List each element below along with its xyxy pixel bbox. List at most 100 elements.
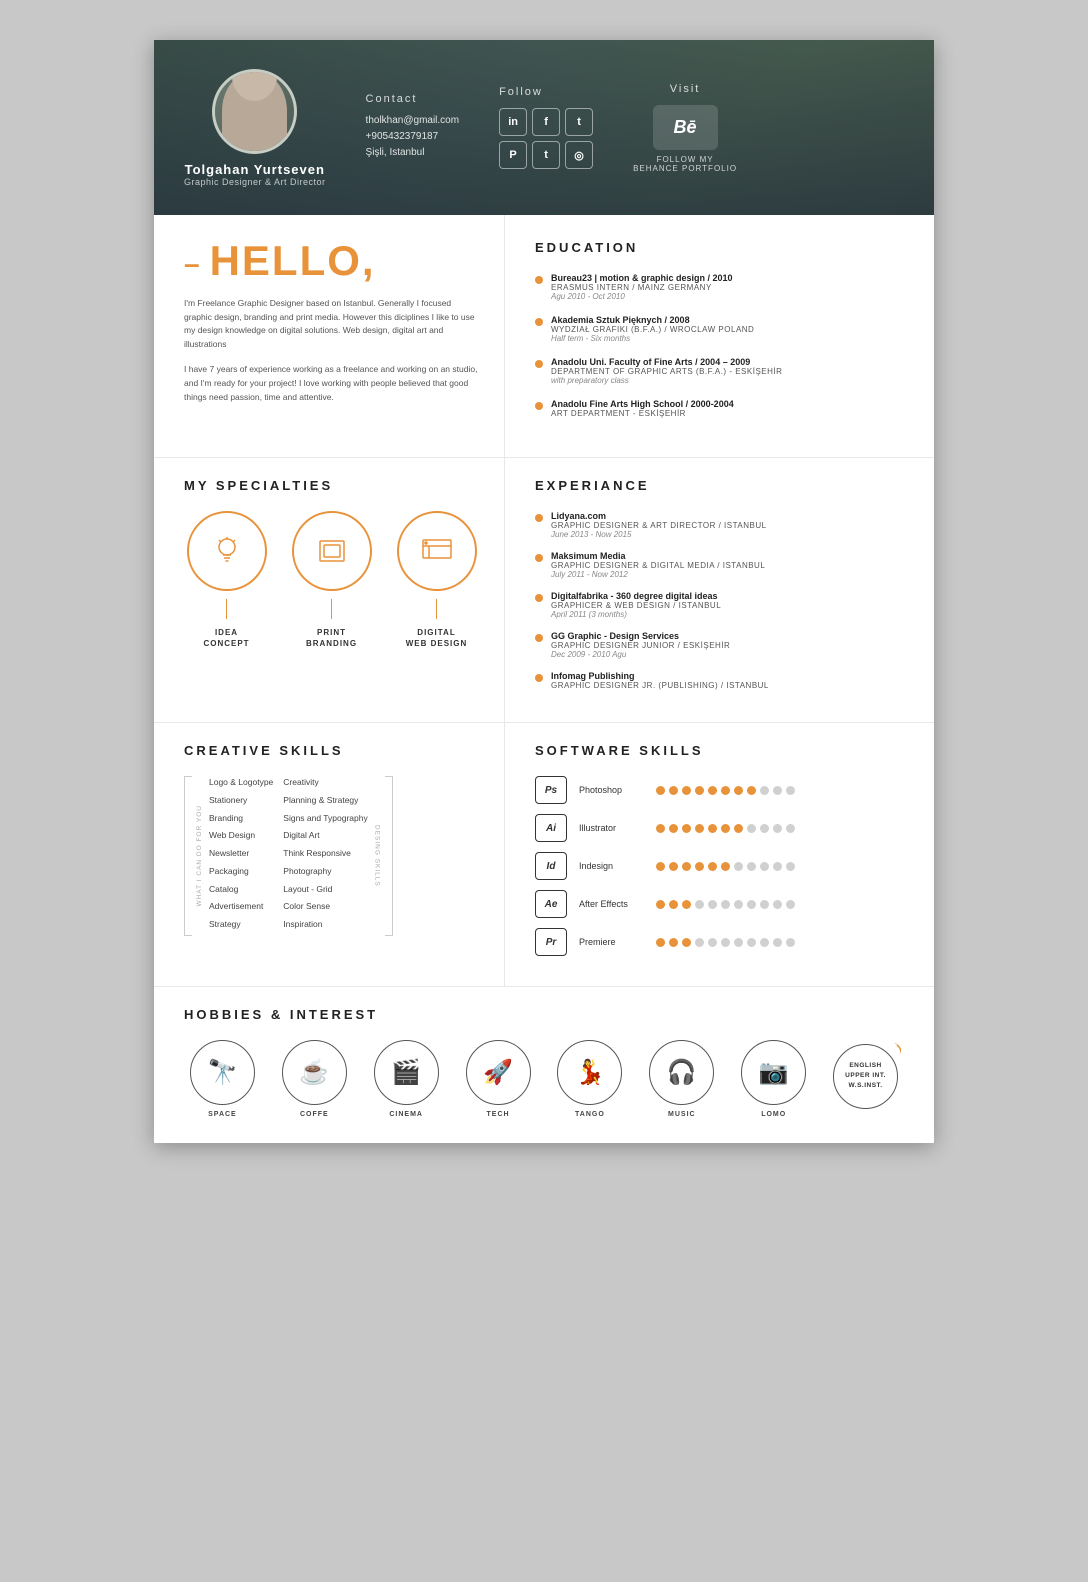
creative-skill-item: Packaging [209,865,273,878]
skill-dot-empty [773,862,782,871]
bracket-left-vertical [184,776,185,936]
skill-dot-filled [669,938,678,947]
specialties-section: MY SPECIALTIES IDEACONCEPT PRINTBRANDING… [154,458,505,723]
exp-dot [535,514,543,522]
skill-dot-empty [786,862,795,871]
header: Tolgahan Yurtseven Graphic Designer & Ar… [154,40,934,215]
contact-phone: +905432379187 [366,131,460,142]
skill-dot-empty [734,938,743,947]
linkedin-icon[interactable]: in [499,108,527,136]
specialty-line [226,599,227,619]
hobby-icon: 🎬 [391,1058,421,1087]
hobby-label: TECH [487,1111,510,1118]
specialty-item: IDEACONCEPT [187,511,267,649]
specialty-item: DIGITALWEB DESIGN [397,511,477,649]
col2-vertical-label: DESING SKILLS [374,825,381,887]
creative-skills-inner: WHAT I CAN DO FOR YOU Logo & LogotypeSta… [184,776,479,936]
sw-icon-premiere: Pr [535,928,567,956]
edu-subtitle: ART DEPARTMENT - ESKİŞEHİR [551,409,734,418]
hobby-item: ENGLISHUPPER INT.W.S.INST. [833,1044,898,1115]
behance-logo[interactable]: Bē [653,105,718,150]
hobby-circle: 🎧 [649,1040,714,1105]
hello-body2: I have 7 years of experience working as … [184,363,479,404]
header-follow: Follow in f t P t ◎ [499,86,593,169]
education-item: Anadolu Fine Arts High School / 2000-200… [535,399,909,418]
exp-content: Digitalfabrika - 360 degree digital idea… [551,591,721,619]
experience-item: Lidyana.com GRAPHIC DESIGNER & ART DIREC… [535,511,909,539]
exp-title: Infomag Publishing [551,671,769,681]
desing-skill-item: Photography [283,865,367,878]
instagram-icon[interactable]: ◎ [565,141,593,169]
desing-skill-item: Inspiration [283,918,367,931]
desing-skill-item: Planning & Strategy [283,794,367,807]
skill-dot-empty [747,862,756,871]
pinterest-icon[interactable]: P [499,141,527,169]
skill-dot-empty [786,900,795,909]
specialty-line [331,599,332,619]
specialty-circle [292,511,372,591]
skill-dot-empty [734,900,743,909]
hobby-item: ☕ COFFE [282,1040,347,1118]
hobby-circle: 📷 [741,1040,806,1105]
creative-col2-inner: CreativityPlanning & StrategySigns and T… [283,776,380,936]
bracket-right-vertical [392,776,393,936]
edu-subtitle: WYDZIAŁ GRAFIKI (B.F.A.) / WROCLAW POLAN… [551,325,754,334]
exp-title: GG Graphic - Design Services [551,631,730,641]
hobby-icon: 🎧 [667,1058,697,1087]
avatar-placeholder [215,72,294,151]
desing-skill-item: Digital Art [283,829,367,842]
edu-date: with preparatory class [551,376,782,385]
edu-dot [535,318,543,326]
facebook-icon[interactable]: f [532,108,560,136]
sw-icon-after effects: Ae [535,890,567,918]
exp-title: Digitalfabrika - 360 degree digital idea… [551,591,721,601]
skill-dot-empty [734,862,743,871]
education-item: Akademia Sztuk Pięknych / 2008 WYDZIAŁ G… [535,315,909,343]
middle-section: MY SPECIALTIES IDEACONCEPT PRINTBRANDING… [154,458,934,723]
tumblr-icon[interactable]: t [532,141,560,169]
education-item: Bureau23 | motion & graphic design / 201… [535,273,909,301]
software-skill-row: Id Indesign [535,852,909,880]
hello-text: HELLO, [210,240,376,282]
skill-dot-empty [747,938,756,947]
desing-skill-item: Color Sense [283,900,367,913]
sw-name: After Effects [579,899,644,909]
skill-dot-filled [734,786,743,795]
header-content: Tolgahan Yurtseven Graphic Designer & Ar… [154,49,934,207]
skill-dot-filled [708,786,717,795]
bracket-right-top [385,776,393,777]
follow-label: Follow [499,86,593,98]
creative-skill-item: Newsletter [209,847,273,860]
skill-dot-empty [760,900,769,909]
edu-dot [535,360,543,368]
skill-dot-filled [656,786,665,795]
hobby-circle: 🚀 [466,1040,531,1105]
contact-label: Contact [366,93,460,105]
skill-dot-filled [669,824,678,833]
exp-content: Lidyana.com GRAPHIC DESIGNER & ART DIREC… [551,511,767,539]
col1-vertical-label: WHAT I CAN DO FOR YOU [196,805,203,907]
specialty-circle [397,511,477,591]
skill-dot-filled [721,786,730,795]
experience-item: Maksimum Media GRAPHIC DESIGNER & DIGITA… [535,551,909,579]
edu-title: Anadolu Uni. Faculty of Fine Arts / 2004… [551,357,782,367]
skill-dot-empty [695,900,704,909]
exp-dot [535,674,543,682]
edu-title: Anadolu Fine Arts High School / 2000-200… [551,399,734,409]
sw-dots [656,824,795,833]
experience-section: EXPERIANCE Lidyana.com GRAPHIC DESIGNER … [505,458,934,723]
hobby-label: CINEMA [389,1111,423,1118]
twitter-icon[interactable]: t [565,108,593,136]
skill-dot-empty [760,786,769,795]
header-visit: Visit Bē FOLLOW MYBEHANCE PORTFOLIO [633,83,737,173]
exp-subtitle: GRAPHIC DESIGNER JR. (PUBLISHING) / ISTA… [551,681,769,690]
skill-dot-empty [773,786,782,795]
exp-content: GG Graphic - Design Services GRAPHIC DES… [551,631,730,659]
contact-location: Şişli, Istanbul [366,147,460,158]
experience-list: Lidyana.com GRAPHIC DESIGNER & ART DIREC… [535,511,909,690]
exp-content: Maksimum Media GRAPHIC DESIGNER & DIGITA… [551,551,765,579]
creative-skill-item: Branding [209,812,273,825]
hobbies-title: HOBBIES & INTEREST [184,1007,904,1022]
experience-item: Digitalfabrika - 360 degree digital idea… [535,591,909,619]
desing-skill-item: Creativity [283,776,367,789]
